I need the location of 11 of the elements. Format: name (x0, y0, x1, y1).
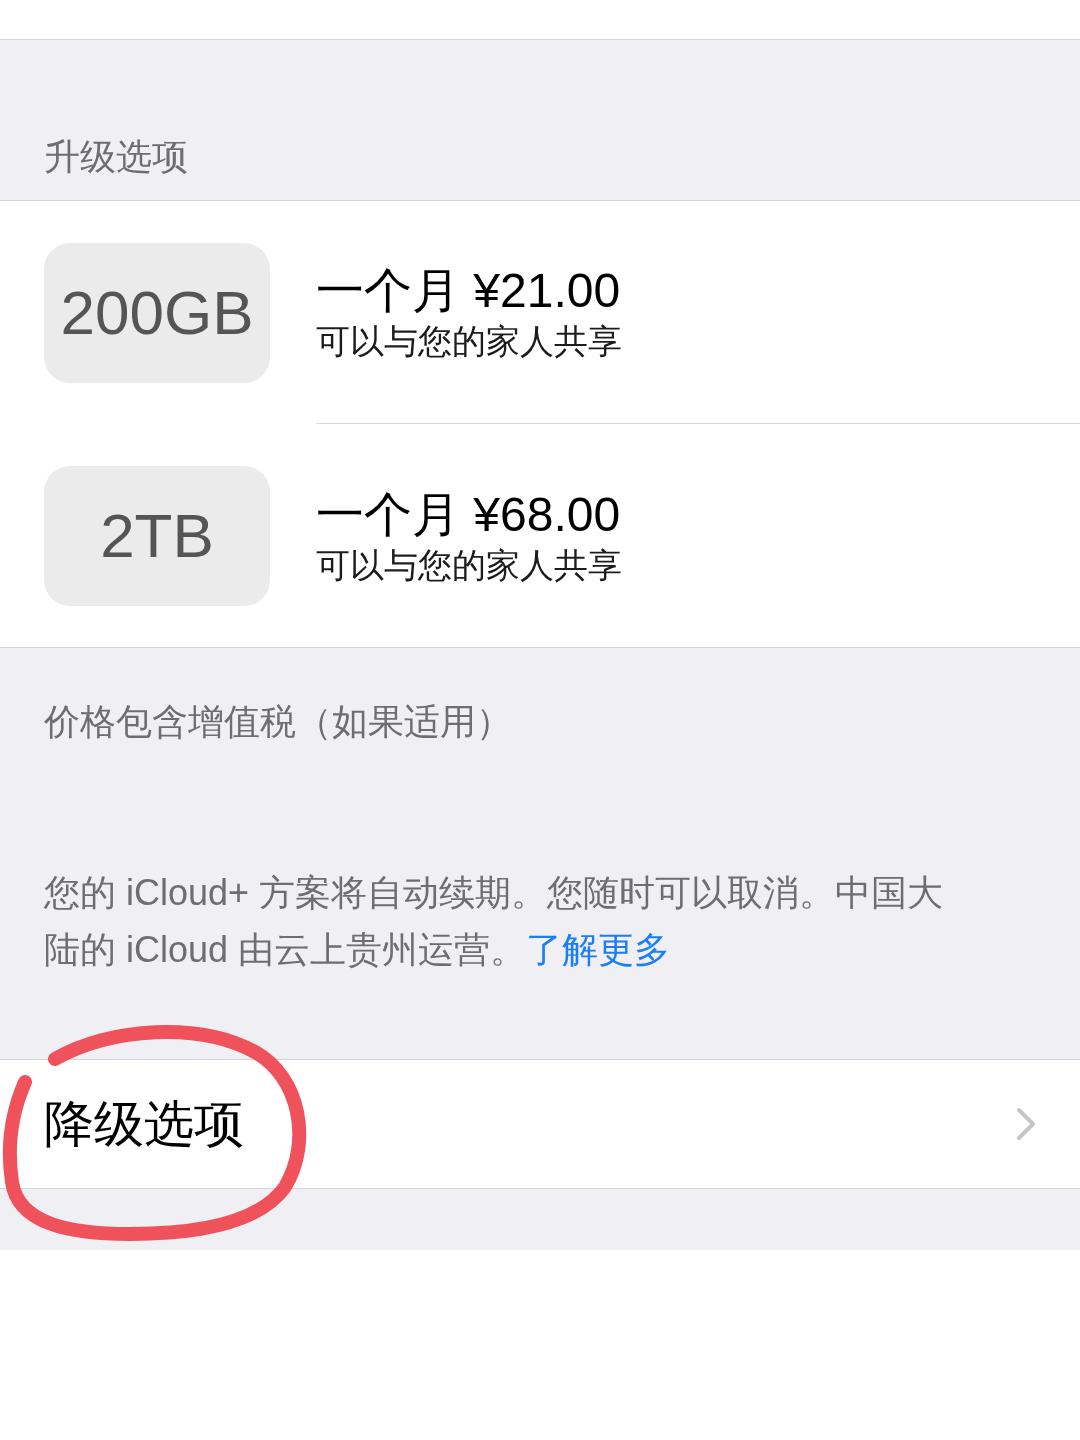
chevron-right-icon (1016, 1107, 1036, 1141)
storage-badge: 2TB (44, 465, 270, 606)
storage-badge: 200GB (44, 242, 270, 383)
renewal-note: 您的 iCloud+ 方案将自动续期。您随时可以取消。中国大陆的 iCloud 由云上贵州运营。了解更多 (44, 871, 945, 972)
section-header: 升级选项 (44, 136, 189, 178)
plan-note: 可以与您的家人共享 (316, 544, 622, 586)
plan-price: 一个月 ¥68.00 (316, 486, 621, 543)
downgrade-options-row[interactable]: 降级选项 (0, 1059, 1080, 1189)
section-footer: 价格包含增值税（如果适用） (44, 700, 1036, 744)
plan-note: 可以与您的家人共享 (316, 321, 622, 362)
plan-price: 一个月 ¥21.00 (316, 263, 621, 319)
